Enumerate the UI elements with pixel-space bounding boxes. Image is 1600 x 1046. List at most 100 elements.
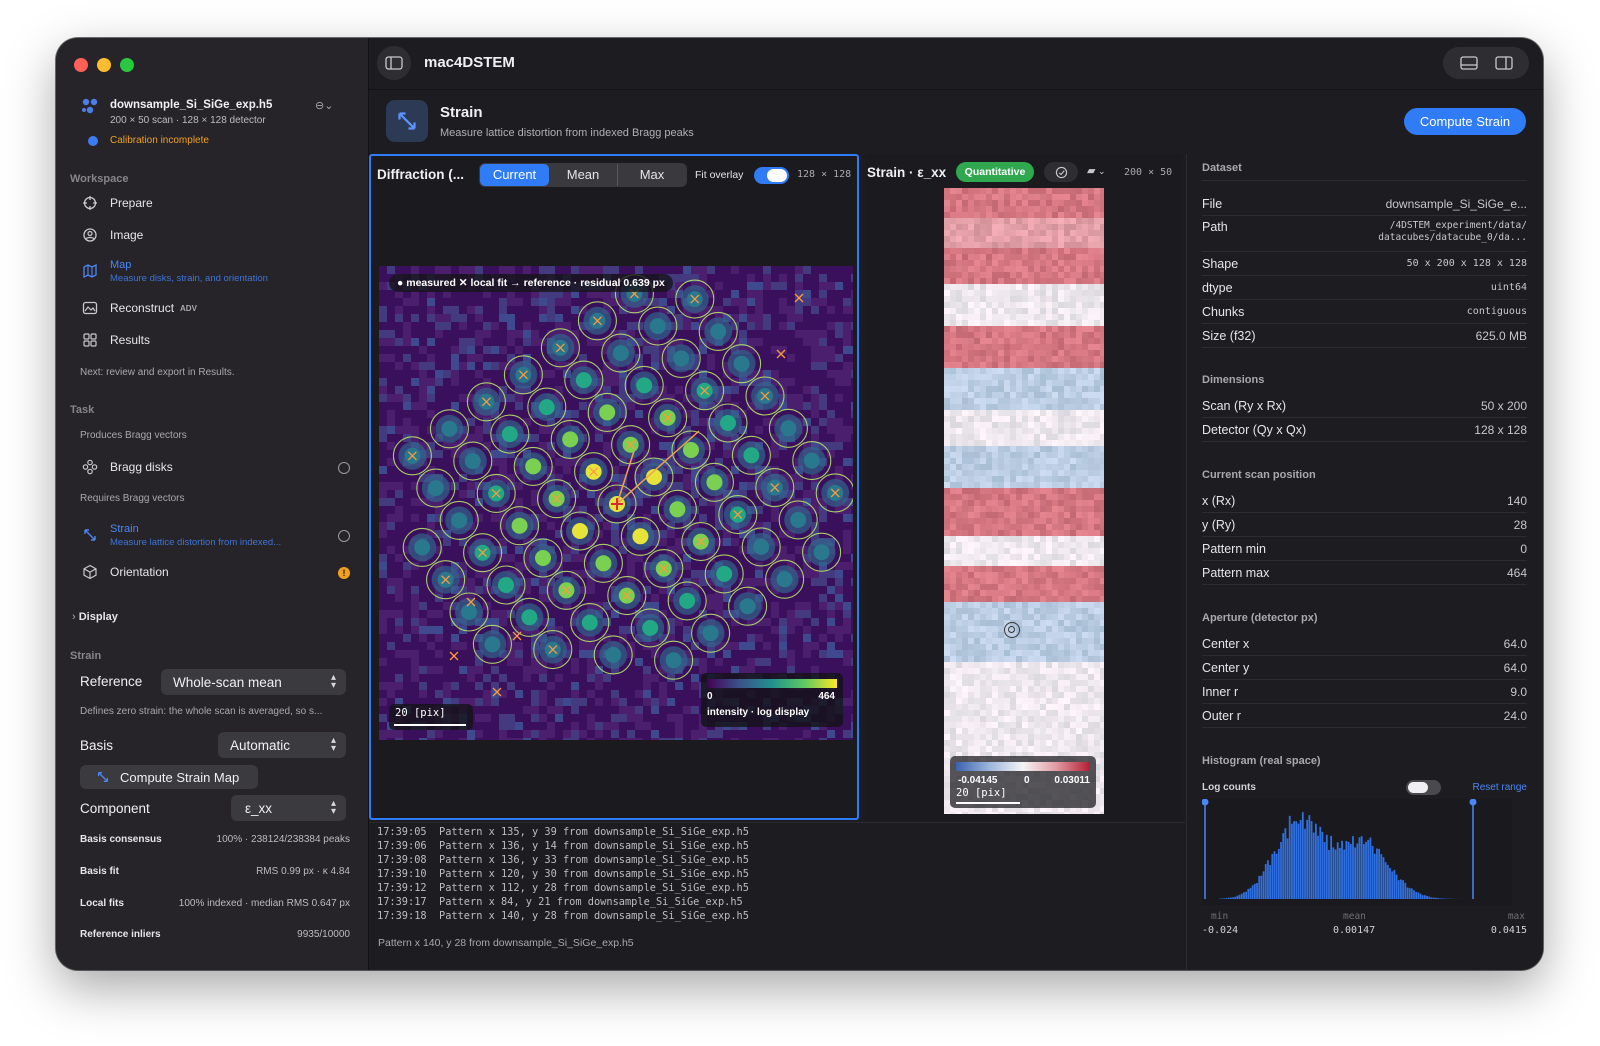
task-strain[interactable]: Strain Measure lattice distortion from i… — [70, 518, 355, 552]
strain-px — [1034, 404, 1040, 410]
strain-px — [1034, 488, 1040, 494]
strain-px — [1082, 692, 1088, 698]
strain-px — [1070, 464, 1076, 470]
reference-select[interactable]: Whole-scan mean ▴ ▾ — [161, 669, 346, 695]
strain-px — [1064, 266, 1070, 272]
noise-px — [523, 706, 531, 714]
row-key: Center y — [1202, 660, 1250, 675]
strain-px — [1004, 206, 1010, 212]
strain-px — [992, 692, 998, 698]
noise-px — [411, 402, 419, 410]
noise-px — [379, 386, 387, 394]
strain-px — [1100, 470, 1104, 476]
strain-px — [1022, 446, 1028, 452]
strain-px — [1094, 200, 1100, 206]
strain-px — [986, 560, 992, 566]
strain-map-image[interactable] — [944, 188, 1104, 814]
strain-px — [1034, 416, 1040, 422]
histogram-chart[interactable] — [1202, 799, 1528, 905]
noise-px — [451, 378, 459, 386]
strain-px — [998, 206, 1004, 212]
strain-px — [1070, 452, 1076, 458]
strain-px — [1004, 308, 1010, 314]
zoom-window-button[interactable] — [120, 58, 134, 72]
strain-px — [1046, 542, 1052, 548]
sidebar-toggle-button[interactable] — [377, 46, 411, 80]
tab-current[interactable]: Current — [480, 164, 549, 186]
strain-px — [944, 440, 950, 446]
sidebar-item-prepare[interactable]: Prepare — [70, 188, 355, 218]
sidebar-item-map[interactable]: Map Measure disks, strain, and orientati… — [70, 254, 355, 288]
strain-px — [1052, 554, 1058, 560]
strain-px — [1088, 668, 1094, 674]
strain-px — [956, 626, 962, 632]
strain-px — [1040, 704, 1046, 710]
log-line: 17:39:05 Pattern x 135, y 39 from downsa… — [377, 826, 749, 838]
sidebar-item-image[interactable]: Image — [70, 220, 355, 250]
strain-px — [998, 668, 1004, 674]
strain-px — [1094, 230, 1100, 236]
strain-px — [1052, 578, 1058, 584]
strain-px — [986, 698, 992, 704]
display-disclosure[interactable]: › Display — [72, 611, 118, 623]
noise-px — [507, 682, 515, 690]
noise-px — [851, 362, 853, 370]
strain-px — [974, 284, 980, 290]
strain-px — [986, 674, 992, 680]
strain-px — [1094, 374, 1100, 380]
strain-px — [1088, 278, 1094, 284]
row-value: 28 — [1513, 517, 1527, 532]
diffraction-image[interactable] — [379, 266, 853, 740]
task-bragg-disks[interactable]: Bragg disks — [70, 452, 355, 482]
noise-px — [619, 698, 627, 706]
strain-px — [1082, 746, 1088, 752]
layout-bottom-icon[interactable] — [1459, 56, 1478, 70]
strain-px — [992, 278, 998, 284]
strain-px — [944, 686, 950, 692]
strain-px — [1034, 398, 1040, 404]
minimize-window-button[interactable] — [97, 58, 111, 72]
strain-px — [1064, 722, 1070, 728]
log-counts-toggle[interactable] — [1406, 780, 1441, 795]
layout-right-icon[interactable] — [1494, 56, 1513, 70]
noise-px — [395, 394, 403, 402]
ellipsis-icon[interactable]: ⊖⌄ — [315, 99, 343, 115]
calibration-warning[interactable]: Calibration incomplete — [110, 135, 209, 146]
fit-overlay-toggle[interactable] — [754, 167, 789, 184]
strain-px — [1010, 668, 1016, 674]
noise-px — [819, 354, 827, 362]
histogram-bar — [1243, 892, 1245, 899]
component-select[interactable]: ε_xx ▴ ▾ — [231, 795, 346, 821]
strain-px — [1052, 236, 1058, 242]
compute-strain-button[interactable]: Compute Strain — [1404, 108, 1526, 135]
diffraction-panel[interactable]: Diffraction (... Current Mean Max Fit ov… — [369, 154, 859, 820]
bragg-disk — [612, 345, 629, 362]
strain-px — [1052, 332, 1058, 338]
quantitative-badge: Quantitative — [956, 162, 1034, 182]
noise-px — [803, 562, 811, 570]
tab-max[interactable]: Max — [618, 164, 686, 186]
close-window-button[interactable] — [74, 58, 88, 72]
scan-position-marker[interactable] — [1004, 622, 1020, 638]
noise-px — [531, 330, 539, 338]
bragg-disk — [521, 609, 538, 626]
strain-px — [944, 242, 950, 248]
compute-strain-map-button[interactable]: Compute Strain Map — [80, 765, 258, 789]
reset-range-link[interactable]: Reset range — [1473, 782, 1527, 793]
strain-px — [1004, 578, 1010, 584]
strain-px — [1094, 740, 1100, 746]
strain-px — [950, 746, 956, 752]
task-orientation[interactable]: Orientation — [70, 557, 355, 587]
strain-px — [1028, 746, 1034, 752]
sidebar-item-reconstruct[interactable]: Reconstruct ADV — [70, 293, 355, 323]
noise-px — [603, 370, 611, 378]
row-chunks: Chunks contiguous — [1202, 300, 1527, 324]
tab-mean[interactable]: Mean — [549, 164, 618, 186]
print-menu[interactable]: ▰ ⌄ — [1087, 164, 1106, 177]
strain-px — [980, 662, 986, 668]
sidebar-item-results[interactable]: Results — [70, 325, 355, 355]
strain-px — [986, 344, 992, 350]
target-button[interactable] — [1044, 162, 1078, 182]
basis-select[interactable]: Automatic ▴ ▾ — [218, 732, 346, 758]
noise-px — [603, 722, 611, 730]
